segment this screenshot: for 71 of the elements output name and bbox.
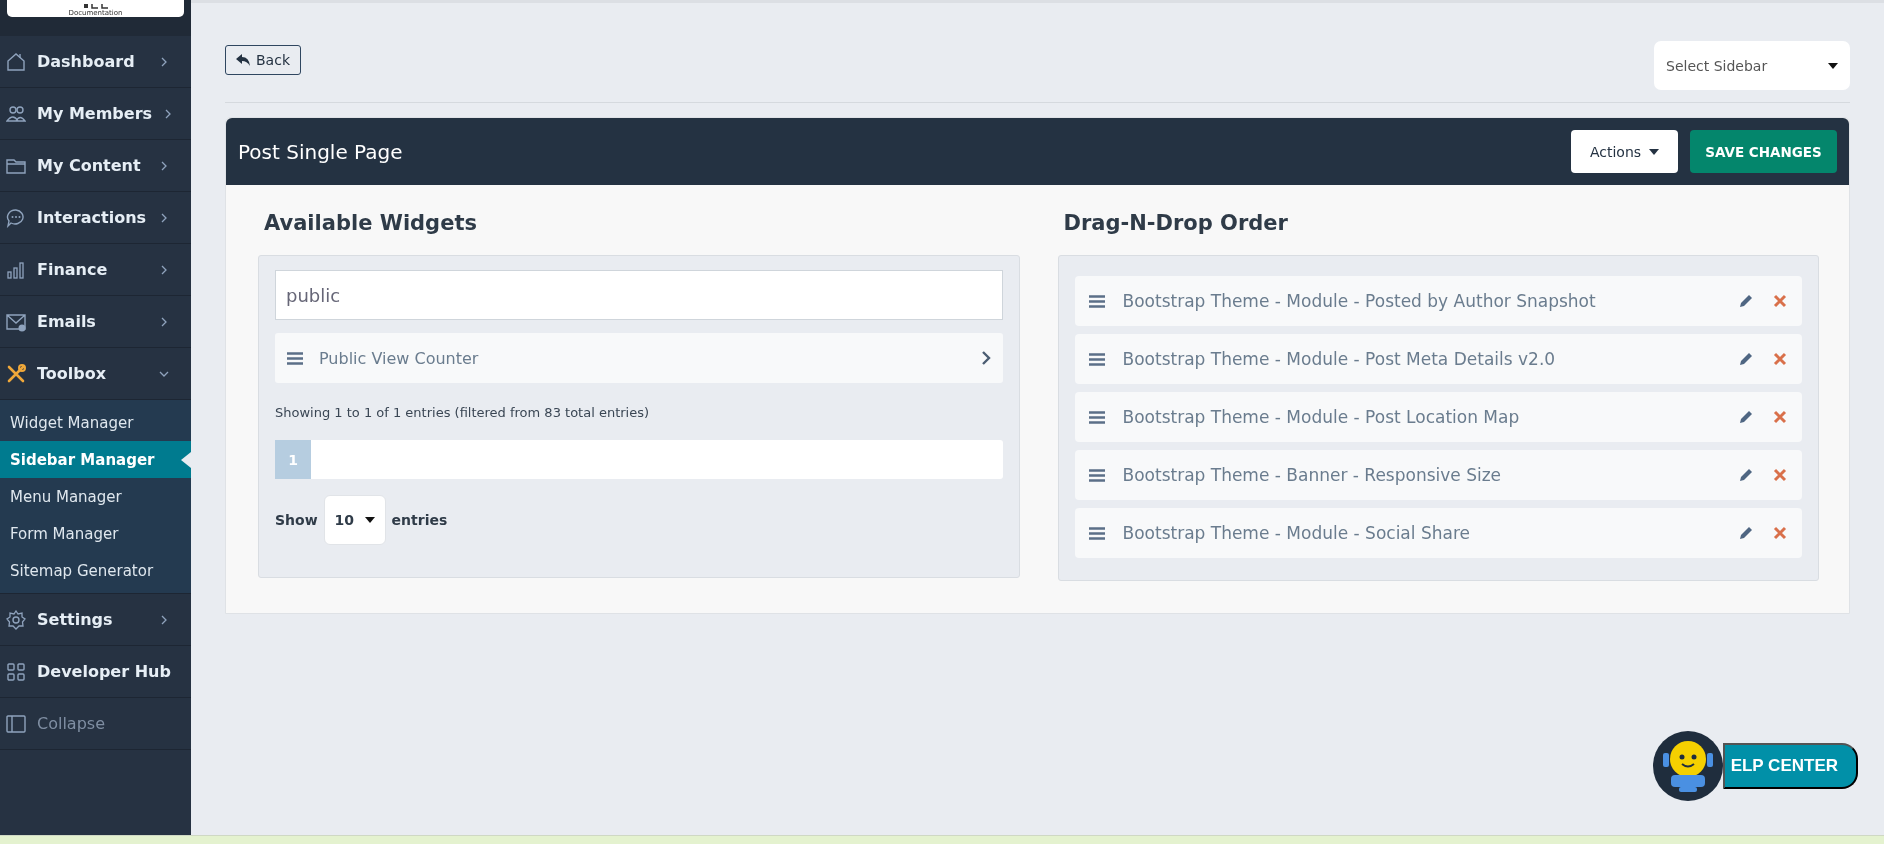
order-row[interactable]: Bootstrap Theme - Module - Posted by Author Snapshot xyxy=(1074,276,1802,326)
close-icon[interactable] xyxy=(1772,525,1788,541)
section-title: Drag-N-Drop Order xyxy=(1063,211,1289,235)
sidebar-item[interactable]: My Content xyxy=(0,140,191,192)
caret-icon xyxy=(1649,148,1660,155)
close-icon[interactable] xyxy=(1772,293,1788,309)
order-row[interactable]: Bootstrap Theme - Banner - Responsive Size xyxy=(1074,450,1802,500)
caret-icon xyxy=(364,517,375,523)
drag-handle-icon[interactable] xyxy=(1088,526,1105,540)
order-row[interactable]: Bootstrap Theme - Module - Social Share xyxy=(1074,508,1802,558)
sidebar-item[interactable]: Collapse xyxy=(0,698,191,750)
home-icon xyxy=(6,51,26,72)
show-label: Show xyxy=(275,512,318,528)
pencil-icon[interactable] xyxy=(1738,467,1754,483)
save-button[interactable]: SAVE CHANGES xyxy=(1690,130,1837,173)
sidebar-item[interactable]: Settings xyxy=(0,594,191,646)
drag-handle-icon[interactable] xyxy=(287,351,303,365)
actions-button[interactable]: Actions xyxy=(1571,130,1678,173)
people-icon xyxy=(6,103,26,124)
drag-handle-icon[interactable] xyxy=(1088,410,1105,424)
chevron-right-icon[interactable] xyxy=(980,351,991,365)
panel-icon xyxy=(6,713,26,734)
page-size-select[interactable]: 10 xyxy=(323,495,386,545)
submenu-item[interactable]: Form Manager xyxy=(0,515,191,552)
sidebar-item[interactable]: My Members xyxy=(0,88,191,140)
close-icon[interactable] xyxy=(1772,409,1788,425)
submenu-item[interactable]: Widget Manager xyxy=(0,404,191,441)
pencil-icon[interactable] xyxy=(1738,525,1754,541)
section-title: Available Widgets xyxy=(264,211,478,235)
sidebar-item[interactable]: Developer Hub xyxy=(0,646,191,698)
reply-arrow-icon xyxy=(236,54,250,66)
gear-icon xyxy=(6,609,26,630)
sidebar-item[interactable]: Finance xyxy=(0,244,191,296)
entries-label: entries xyxy=(391,512,448,528)
pencil-icon[interactable] xyxy=(1738,293,1754,309)
chevron-icon xyxy=(159,369,169,379)
chevron-icon xyxy=(159,57,169,67)
help-center-button[interactable]: ELP CENTER xyxy=(1722,743,1858,789)
close-icon[interactable] xyxy=(1772,351,1788,367)
card-title: Post Single Page xyxy=(238,139,404,164)
sidebar-item[interactable]: Emails xyxy=(0,296,191,348)
widget-row[interactable]: Public View Counter xyxy=(275,333,1003,383)
submenu-item[interactable]: Sitemap Generator xyxy=(0,552,191,589)
pencil-icon[interactable] xyxy=(1738,409,1754,425)
tools-icon xyxy=(6,363,26,384)
order-row[interactable]: Bootstrap Theme - Module - Post Meta Details v2.0 xyxy=(1074,334,1802,384)
robot-avatar-icon[interactable] xyxy=(1652,731,1723,801)
entries-info: Showing 1 to 1 of 1 entries (filtered from 83 total entries) xyxy=(275,405,651,420)
back-button[interactable]: Back xyxy=(225,45,301,75)
drag-handle-icon[interactable] xyxy=(1088,468,1105,482)
pencil-icon[interactable] xyxy=(1738,351,1754,367)
chevron-icon xyxy=(159,615,169,625)
caret-icon xyxy=(1828,62,1838,69)
chevron-icon xyxy=(159,213,169,223)
submenu-item[interactable]: Sidebar Manager xyxy=(0,441,191,478)
bar-chart-icon xyxy=(6,259,26,280)
drag-handle-icon[interactable] xyxy=(1088,352,1105,366)
order-row[interactable]: Bootstrap Theme - Module - Post Location Map xyxy=(1074,392,1802,442)
submenu-item[interactable]: Menu Manager xyxy=(0,478,191,515)
sidebar-item[interactable]: Interactions xyxy=(0,192,191,244)
drag-handle-icon[interactable] xyxy=(1088,294,1105,308)
chevron-icon xyxy=(159,317,169,327)
mail-icon xyxy=(6,311,26,332)
sidebar-item[interactable]: Dashboard xyxy=(0,36,191,88)
chat-icon xyxy=(6,207,26,228)
close-icon[interactable] xyxy=(1772,467,1788,483)
chevron-icon xyxy=(159,161,169,171)
chevron-icon xyxy=(159,265,169,275)
search-field[interactable]: public xyxy=(275,270,1003,320)
sidebar-select[interactable]: Select Sidebar xyxy=(1654,41,1850,90)
grid-icon xyxy=(6,661,26,682)
